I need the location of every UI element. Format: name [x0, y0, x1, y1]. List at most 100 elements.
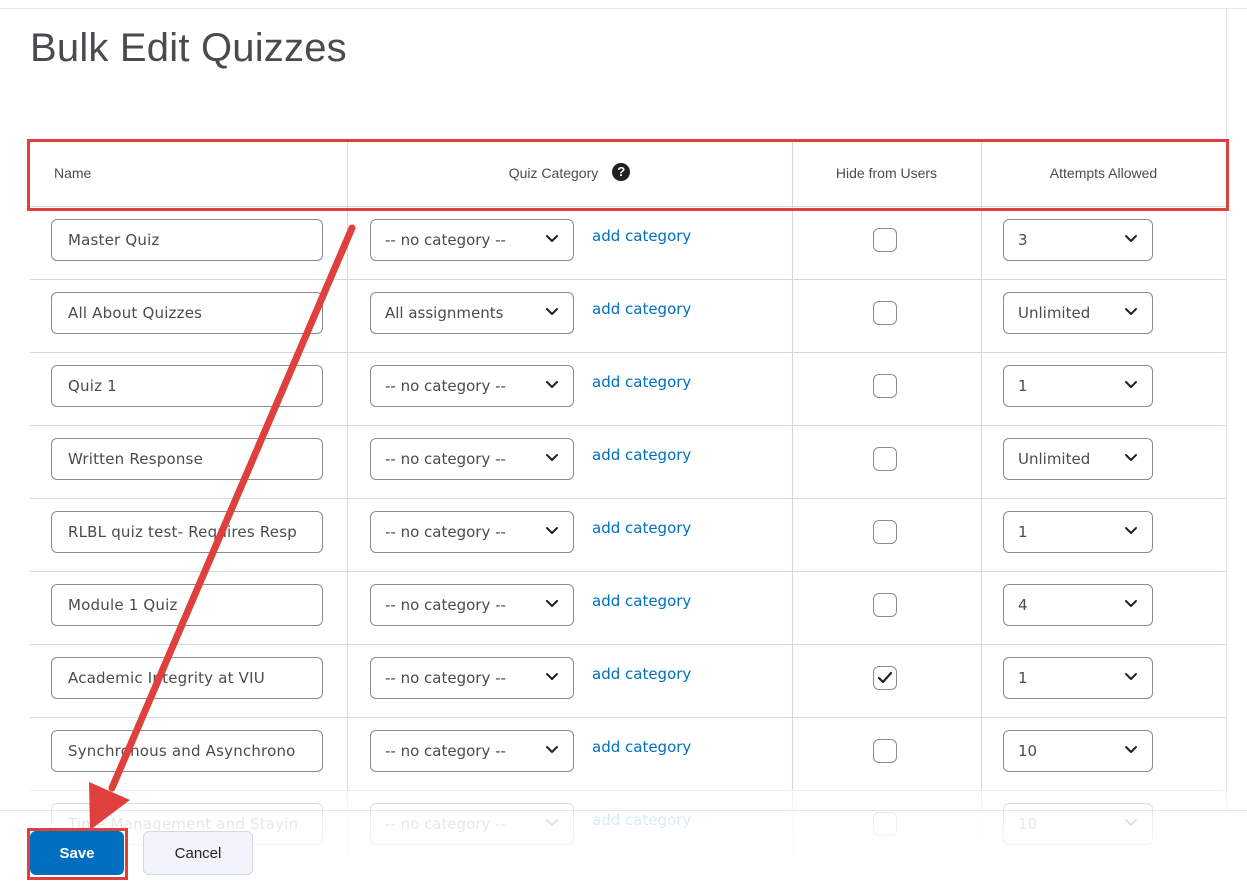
column-divider	[347, 140, 348, 884]
quiz-name-input[interactable]: Quiz 1	[51, 365, 323, 407]
quiz-category-value: -- no category --	[385, 596, 506, 614]
quiz-category-value: -- no category --	[385, 742, 506, 760]
column-header-quiz-category: Quiz Category?	[347, 140, 792, 206]
attempts-allowed-value: 1	[1018, 377, 1028, 395]
table-body: Master Quiz -- no category -- add category…	[30, 207, 1226, 864]
attempts-allowed-value: Unlimited	[1018, 450, 1091, 468]
action-bar: Save Cancel	[0, 810, 1247, 884]
attempts-allowed-value: 1	[1018, 523, 1028, 541]
column-header-hide-from-users: Hide from Users	[835, 165, 938, 181]
quiz-category-value: -- no category --	[385, 377, 506, 395]
quiz-category-select[interactable]: -- no category --	[370, 730, 574, 772]
chevron-down-icon	[546, 527, 558, 534]
attempts-allowed-select[interactable]: 1	[1003, 511, 1153, 553]
attempts-allowed-value: Unlimited	[1018, 304, 1091, 322]
attempts-allowed-value: 1	[1018, 669, 1028, 687]
table-row: Synchronous and Asynchrono -- no category…	[30, 718, 1226, 791]
hide-from-users-checkbox[interactable]	[873, 301, 897, 325]
table-row: RLBL quiz test- Requires Resp -- no categ…	[30, 499, 1226, 572]
quiz-name-input[interactable]: All About Quizzes	[51, 292, 323, 334]
attempts-allowed-select[interactable]: 10	[1003, 730, 1153, 772]
chevron-down-icon	[546, 746, 558, 753]
column-header-quiz-category-label: Quiz Category	[508, 165, 599, 181]
add-category-link[interactable]: add category	[592, 519, 691, 537]
attempts-allowed-value: 4	[1018, 596, 1028, 614]
add-category-link[interactable]: add category	[592, 665, 691, 683]
chevron-down-icon	[1125, 527, 1137, 534]
quiz-category-select[interactable]: -- no category --	[370, 219, 574, 261]
quiz-name-input[interactable]: Written Response	[51, 438, 323, 480]
quiz-category-select[interactable]: -- no category --	[370, 438, 574, 480]
attempts-allowed-select[interactable]: 4	[1003, 584, 1153, 626]
quiz-category-select[interactable]: -- no category --	[370, 584, 574, 626]
attempts-allowed-value: 3	[1018, 231, 1028, 249]
hide-from-users-checkbox[interactable]	[873, 520, 897, 544]
quiz-category-value: -- no category --	[385, 669, 506, 687]
quiz-category-value: -- no category --	[385, 450, 506, 468]
chevron-down-icon	[546, 308, 558, 315]
page-title: Bulk Edit Quizzes	[30, 26, 347, 70]
chevron-down-icon	[546, 600, 558, 607]
attempts-allowed-select[interactable]: 1	[1003, 365, 1153, 407]
table-header: Name Quiz Category? Hide from Users Atte…	[30, 140, 1226, 207]
table-row: Master Quiz -- no category -- add category…	[30, 207, 1226, 280]
column-header-attempts-allowed: Attempts Allowed	[1049, 165, 1158, 181]
table-row: Module 1 Quiz -- no category -- add catego…	[30, 572, 1226, 645]
quiz-name-input[interactable]: RLBL quiz test- Requires Resp	[51, 511, 323, 553]
chevron-down-icon	[546, 454, 558, 461]
hide-from-users-checkbox[interactable]	[873, 666, 897, 690]
column-divider	[792, 140, 793, 884]
add-category-link[interactable]: add category	[592, 227, 691, 245]
chevron-down-icon	[1125, 235, 1137, 242]
column-divider	[981, 140, 982, 884]
chevron-down-icon	[546, 235, 558, 242]
quiz-category-select[interactable]: -- no category --	[370, 511, 574, 553]
hide-from-users-checkbox[interactable]	[873, 374, 897, 398]
checkmark-icon	[877, 671, 893, 684]
right-divider	[1226, 8, 1227, 884]
chevron-down-icon	[1125, 454, 1137, 461]
quiz-name-input[interactable]: Academic Integrity at VIU	[51, 657, 323, 699]
chevron-down-icon	[546, 673, 558, 680]
attempts-allowed-select[interactable]: 1	[1003, 657, 1153, 699]
hide-from-users-checkbox[interactable]	[873, 739, 897, 763]
attempts-allowed-select[interactable]: Unlimited	[1003, 292, 1153, 334]
add-category-link[interactable]: add category	[592, 446, 691, 464]
chevron-down-icon	[1125, 308, 1137, 315]
table-row: Written Response -- no category -- add cat…	[30, 426, 1226, 499]
chevron-down-icon	[1125, 600, 1137, 607]
add-category-link[interactable]: add category	[592, 592, 691, 610]
add-category-link[interactable]: add category	[592, 373, 691, 391]
table-row: Quiz 1 -- no category -- add category 1	[30, 353, 1226, 426]
hide-from-users-checkbox[interactable]	[873, 228, 897, 252]
attempts-allowed-value: 10	[1018, 742, 1038, 760]
quiz-category-value: -- no category --	[385, 523, 506, 541]
quiz-category-select[interactable]: -- no category --	[370, 657, 574, 699]
chevron-down-icon	[1125, 381, 1137, 388]
add-category-link[interactable]: add category	[592, 738, 691, 756]
chevron-down-icon	[1125, 673, 1137, 680]
hide-from-users-checkbox[interactable]	[873, 593, 897, 617]
quiz-category-select[interactable]: -- no category --	[370, 365, 574, 407]
chevron-down-icon	[546, 381, 558, 388]
quiz-category-select[interactable]: All assignments	[370, 292, 574, 334]
cancel-button[interactable]: Cancel	[143, 831, 253, 875]
column-header-name: Name	[54, 165, 92, 181]
add-category-link[interactable]: add category	[592, 300, 691, 318]
save-button[interactable]: Save	[30, 831, 124, 875]
attempts-allowed-select[interactable]: 3	[1003, 219, 1153, 261]
hide-from-users-checkbox[interactable]	[873, 447, 897, 471]
chevron-down-icon	[1125, 746, 1137, 753]
table-row: All About Quizzes All assignments add cate…	[30, 280, 1226, 353]
quiz-name-input[interactable]: Master Quiz	[51, 219, 323, 261]
quiz-name-input[interactable]: Synchronous and Asynchrono	[51, 730, 323, 772]
quiz-name-input[interactable]: Module 1 Quiz	[51, 584, 323, 626]
table-row: Academic Integrity at VIU -- no category …	[30, 645, 1226, 718]
action-bar-divider	[0, 810, 1247, 811]
quiz-category-value: -- no category --	[385, 231, 506, 249]
attempts-allowed-select[interactable]: Unlimited	[1003, 438, 1153, 480]
quizzes-table: Name Quiz Category? Hide from Users Atte…	[30, 140, 1226, 884]
quiz-category-value: All assignments	[385, 304, 504, 322]
help-circle-icon[interactable]: ?	[612, 163, 631, 182]
top-divider	[0, 8, 1247, 9]
